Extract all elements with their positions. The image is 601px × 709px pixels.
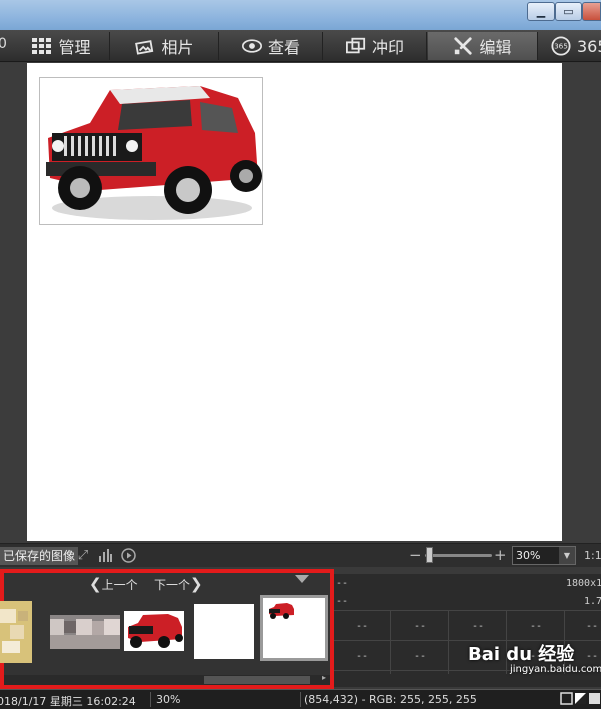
filmstrip-thumbnail[interactable] [194,604,254,659]
watermark-url: jingyan.baidu.com [510,664,601,675]
info-cell: -- [472,621,485,632]
previous-label: 上一个 [101,578,138,592]
info-value: -- [336,596,349,607]
toolbar-edge-fragment: 0 [0,36,7,52]
chevron-left-icon: ❮ [89,575,102,593]
watermark-brand: Bai du 经验 [468,644,575,665]
grid-divider [390,610,391,674]
status-separator [300,692,301,707]
view-strip: 已保存的图像 ⤢ − + 30% ▼ 1:1 [0,543,601,567]
filmstrip-scroll-thumb[interactable] [204,676,310,684]
photos-icon [135,36,155,56]
minimize-icon: ▁ [536,5,546,18]
print-icon [345,36,366,56]
tab-365[interactable]: 365 365 [539,32,601,60]
minimize-button[interactable]: ▁ [527,2,555,21]
scroll-right-icon[interactable]: ▸ [322,673,326,682]
tab-photos-label: 相片 [161,38,194,57]
filmstrip-thumbnail-selected[interactable] [260,595,328,661]
zoom-in-icon[interactable]: + [494,547,507,563]
filmstrip-panel: ❮上一个 下一个❯ ▸ [0,569,334,689]
eye-icon [241,36,262,56]
info-dimensions: 1800x1 [566,578,601,589]
info-value: 1.7 [584,596,601,607]
tab-view[interactable]: 查看 [220,32,323,60]
next-button[interactable]: 下一个❯ [154,575,203,593]
tab-edit-label: 编辑 [479,38,512,57]
grid-icon [32,36,52,56]
baidu-watermark: Bai du 经验 jingyan.baidu.com [468,640,601,675]
tab-print[interactable]: 冲印 [324,32,427,60]
image-canvas[interactable] [27,63,562,541]
mode-toolbar: 0 管理 相片 查看 冲印 编辑 365 36 [0,30,601,62]
filmstrip-nav: ❮上一个 下一个❯ [4,575,330,593]
saved-image-label[interactable]: 已保存的图像 [0,547,79,565]
filmstrip-scrollbar[interactable]: ▸ [4,673,330,685]
info-cell: -- [414,621,427,632]
edit-workspace [0,63,601,543]
fullscreen-icon[interactable]: ⤢ [75,548,91,564]
info-value: -- [336,578,349,589]
collapse-filmstrip-icon[interactable] [295,575,309,583]
tab-365-label: 365 [577,36,601,56]
zoom-slider-knob[interactable] [426,547,433,563]
tab-edit[interactable]: 编辑 [428,32,538,60]
next-label: 下一个 [154,578,191,592]
info-cell: -- [356,621,369,632]
chevron-right-icon: ❯ [190,575,203,593]
zoom-dropdown-value: 30% [516,549,541,562]
grid-divider [334,610,601,611]
365-icon: 365 [551,36,571,56]
info-cell: -- [356,651,369,662]
tab-manage-label: 管理 [58,38,91,57]
close-button[interactable] [582,2,601,21]
filmstrip-thumbnail[interactable] [50,615,120,649]
status-bar: 2018/1/17 星期三 16:02:24 30% (854,432) - R… [0,689,601,709]
maximize-button[interactable]: ▭ [555,2,582,21]
zoom-slider[interactable] [425,554,492,557]
actual-size-button[interactable]: 1:1 [584,549,601,562]
tab-manage[interactable]: 管理 [14,32,110,60]
filmstrip-thumbnail[interactable] [124,611,184,651]
info-cell: -- [586,621,599,632]
zoom-dropdown[interactable]: 30% ▼ [512,546,576,565]
tab-view-label: 查看 [267,38,300,57]
status-zoom: 30% [156,693,181,706]
edit-tools-icon [453,36,473,56]
view-mode-icons[interactable] [560,692,600,709]
filmstrip-thumbnail[interactable] [0,601,32,663]
svg-text:365: 365 [554,42,568,51]
previous-button[interactable]: ❮上一个 [89,575,138,593]
window-titlebar: ▁ ▭ [0,0,601,30]
info-cell: -- [414,651,427,662]
maximize-icon: ▭ [563,5,574,18]
status-separator [150,692,151,707]
status-pixel-info: (854,432) - RGB: 255, 255, 255 [304,693,477,706]
tab-print-label: 冲印 [371,38,404,57]
zoom-out-icon[interactable]: − [409,547,422,563]
tab-photos[interactable]: 相片 [111,32,219,60]
grid-divider [448,610,449,674]
chevron-down-icon[interactable]: ▼ [559,547,575,564]
info-cell: -- [530,621,543,632]
hummer-photo[interactable] [39,77,263,225]
histogram-icon[interactable] [97,548,113,564]
play-icon[interactable] [120,548,136,564]
status-datetime: 2018/1/17 星期三 16:02:24 [0,695,136,708]
